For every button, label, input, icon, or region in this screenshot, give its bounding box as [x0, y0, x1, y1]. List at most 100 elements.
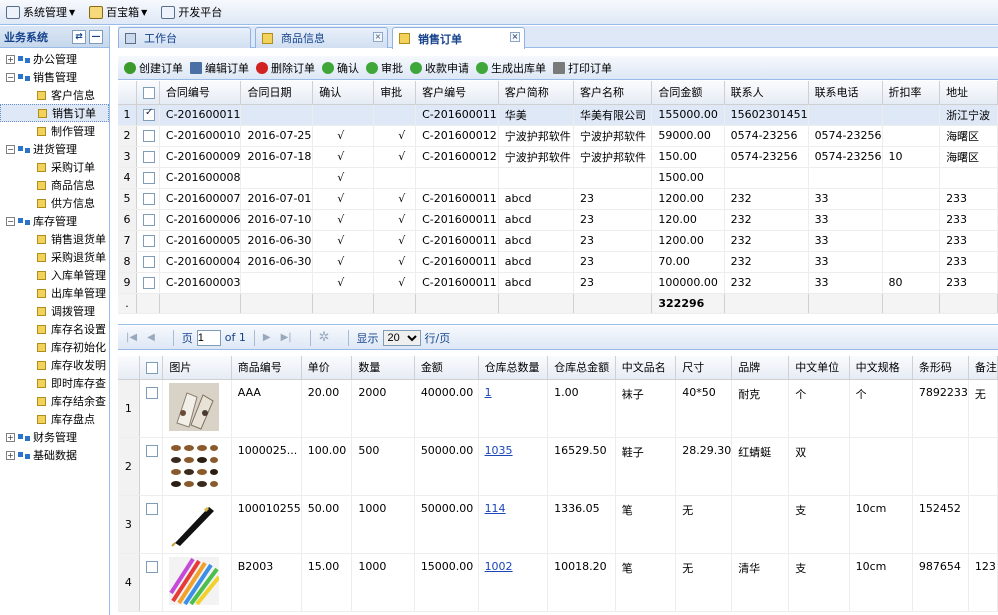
page-number-input[interactable]: [196, 329, 221, 346]
row-checkbox-cell[interactable]: [139, 553, 164, 612]
warehouse-qty-link[interactable]: 1035: [485, 444, 513, 457]
next-page-icon[interactable]: ▶: [263, 332, 271, 343]
tree-node[interactable]: + 办公管理: [0, 50, 109, 68]
column-header[interactable]: 中文品名: [615, 356, 677, 380]
column-header[interactable]: 仓库总数量: [478, 356, 549, 380]
expand-node-icon[interactable]: +: [6, 432, 15, 442]
column-header[interactable]: 图片: [162, 356, 232, 380]
first-page-icon[interactable]: |◀: [126, 332, 137, 343]
expand-node-icon[interactable]: +: [6, 54, 15, 64]
row-checkbox-cell[interactable]: [136, 104, 160, 126]
table-row[interactable]: 1 AAA 20.00 2000 40000.00 1 1.00 袜子 40*50 耐克个个 789…: [118, 379, 998, 438]
toolbar-button-2[interactable]: 删除订单: [256, 60, 315, 76]
tree-node[interactable]: − 进货管理: [0, 140, 109, 158]
refresh-icon[interactable]: ✲: [319, 330, 330, 345]
column-header[interactable]: 中文规格: [849, 356, 913, 380]
table-row[interactable]: 5 C-201600007 2016-07-01 √ √ C-201600011 abcd 2…: [118, 188, 998, 210]
row-checkbox-cell[interactable]: [136, 146, 160, 168]
column-header[interactable]: 客户简称: [498, 81, 575, 105]
toolbar-button-6[interactable]: 生成出库单: [476, 60, 546, 76]
select-all-header[interactable]: [139, 356, 164, 380]
select-all-header[interactable]: [136, 81, 160, 105]
column-header[interactable]: 审批: [373, 81, 417, 105]
tree-node[interactable]: 入库单管理: [0, 266, 109, 284]
select-all-checkbox[interactable]: [143, 86, 156, 99]
column-header[interactable]: 合同金额: [651, 81, 725, 105]
column-header[interactable]: 合同编号: [159, 81, 242, 105]
prev-page-icon[interactable]: ◀: [147, 332, 155, 343]
row-checkbox[interactable]: [143, 193, 156, 205]
close-icon[interactable]: ×: [510, 32, 520, 42]
tree-node[interactable]: 制作管理: [0, 122, 109, 140]
tree-node[interactable]: 调拨管理: [0, 302, 109, 320]
collapse-node-icon[interactable]: −: [6, 144, 15, 154]
row-checkbox[interactable]: [143, 172, 156, 184]
toolbar-button-7[interactable]: 打印订单: [553, 60, 612, 76]
row-checkbox-cell[interactable]: [136, 188, 160, 210]
tree-node[interactable]: − 库存管理: [0, 212, 109, 230]
row-checkbox-cell[interactable]: [139, 495, 164, 554]
tree-node[interactable]: 采购退货单: [0, 248, 109, 266]
row-checkbox[interactable]: [143, 256, 156, 268]
toolbar-button-0[interactable]: 创建订单: [124, 60, 183, 76]
table-row[interactable]: 1C-201600011C-201600011华美华美有限公司155000.00…: [118, 104, 998, 126]
collapse-icon[interactable]: —: [89, 30, 103, 44]
tree-node[interactable]: 出库单管理: [0, 284, 109, 302]
tab-workbench[interactable]: 工作台: [118, 27, 251, 48]
row-checkbox[interactable]: [143, 235, 156, 247]
menu-system-management[interactable]: 系统管理 ▼: [4, 2, 77, 22]
tree-node[interactable]: 库存收发明: [0, 356, 109, 374]
tree-node[interactable]: 采购订单: [0, 158, 109, 176]
tab-product-info[interactable]: 商品信息 ×: [255, 27, 388, 48]
table-row[interactable]: 2 1000025... 100.00 500 50000.00 1035 16529.50…: [118, 437, 998, 496]
tree-node[interactable]: 供方信息: [0, 194, 109, 212]
row-checkbox-cell[interactable]: [139, 379, 164, 438]
row-checkbox-cell[interactable]: [136, 209, 160, 231]
column-header[interactable]: 商品编号: [231, 356, 302, 380]
row-checkbox[interactable]: [145, 502, 158, 515]
column-header[interactable]: 联系人: [724, 81, 809, 105]
toolbar-button-4[interactable]: 审批: [366, 60, 403, 76]
column-header[interactable]: 品牌: [731, 356, 790, 380]
column-header[interactable]: 单价: [301, 356, 353, 380]
column-header[interactable]: 条形码: [912, 356, 969, 380]
menu-toolbox[interactable]: 百宝箱 ▼: [87, 2, 149, 22]
tree-node[interactable]: + 基础数据: [0, 446, 109, 464]
expand-node-icon[interactable]: +: [6, 450, 15, 460]
tree-node[interactable]: 库存名设置: [0, 320, 109, 338]
row-checkbox-cell[interactable]: [136, 272, 160, 294]
row-checkbox[interactable]: [143, 151, 156, 163]
refresh-icon[interactable]: ⇄: [72, 30, 86, 44]
table-row[interactable]: 6 C-201600006 2016-07-10 √ √ C-201600011 abcd 2…: [118, 209, 998, 231]
close-icon[interactable]: ×: [373, 32, 383, 42]
column-header[interactable]: 金额: [414, 356, 479, 380]
row-checkbox-cell[interactable]: [136, 125, 160, 147]
table-row[interactable]: 4 B2003 15.00 1000 15000.00 1002 10018.20 笔无清华支…: [118, 553, 998, 612]
column-header[interactable]: 尺寸: [675, 356, 733, 380]
tree-node[interactable]: 库存初始化: [0, 338, 109, 356]
column-header[interactable]: 备注: [968, 356, 998, 380]
toolbar-button-3[interactable]: 确认: [322, 60, 359, 76]
column-header[interactable]: 地址: [939, 81, 998, 105]
row-checkbox[interactable]: [145, 560, 158, 573]
column-header[interactable]: 仓库总金额: [547, 356, 616, 380]
tree-node[interactable]: 商品信息: [0, 176, 109, 194]
table-row[interactable]: 2 C-201600010 2016-07-25 √ √ C-201600012 宁波护邦软…: [118, 125, 998, 147]
tree-node[interactable]: 库存盘点: [0, 410, 109, 428]
toolbar-button-1[interactable]: 编辑订单: [190, 60, 249, 76]
tree-node[interactable]: 客户信息: [0, 86, 109, 104]
row-checkbox-cell[interactable]: [136, 251, 160, 273]
table-row[interactable]: 4 C-201600008 √ 1500.00: [118, 167, 998, 189]
row-checkbox-cell[interactable]: [136, 167, 160, 189]
row-checkbox[interactable]: [143, 130, 156, 142]
tab-sales-orders[interactable]: 销售订单 ×: [392, 27, 525, 49]
row-checkbox-cell[interactable]: [136, 230, 160, 252]
column-header[interactable]: 联系电话: [808, 81, 883, 105]
collapse-node-icon[interactable]: −: [6, 72, 15, 82]
tree-node[interactable]: 销售订单: [0, 104, 109, 122]
column-header[interactable]: 客户编号: [415, 81, 499, 105]
warehouse-qty-link[interactable]: 1: [485, 386, 492, 399]
toolbar-button-5[interactable]: 收款申请: [410, 60, 469, 76]
row-checkbox[interactable]: [145, 444, 158, 457]
row-checkbox-cell[interactable]: [139, 437, 164, 496]
